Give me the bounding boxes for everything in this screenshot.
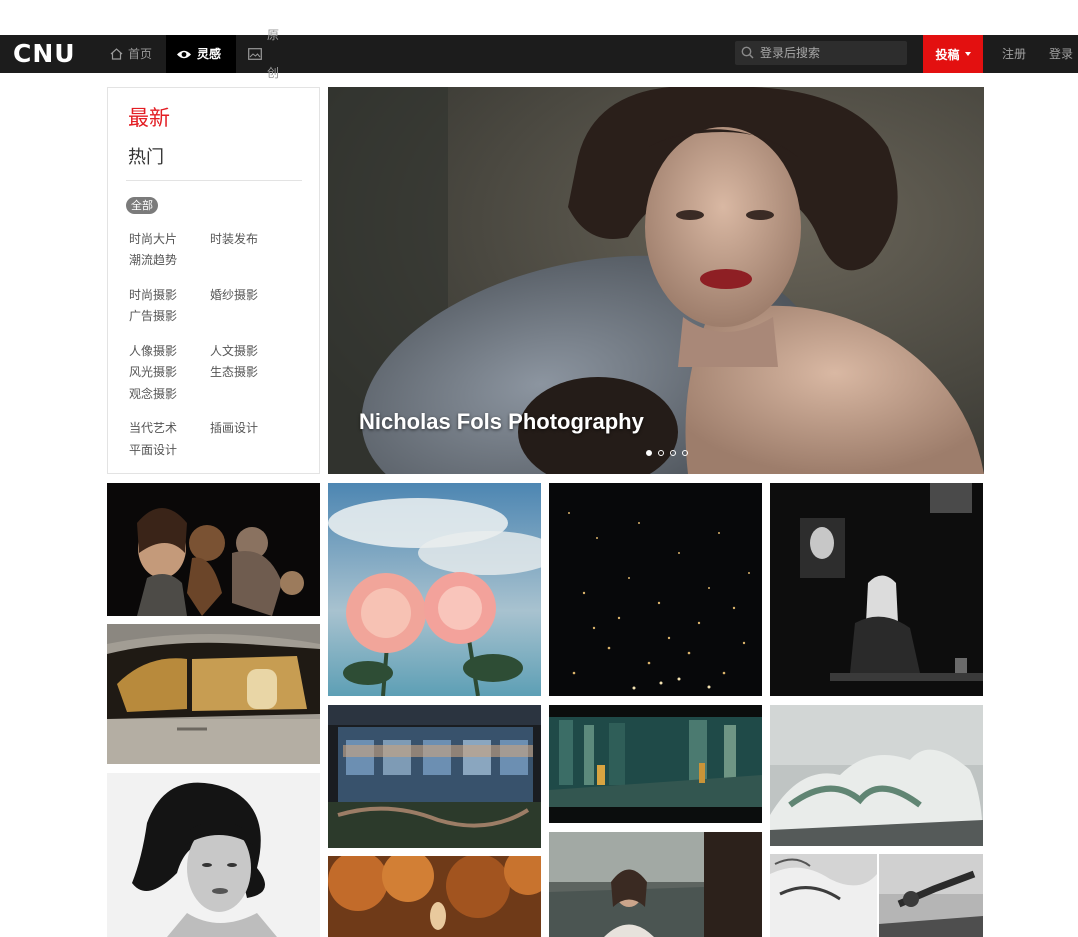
category-item[interactable]: 广告摄影 [129, 307, 177, 324]
photo-thumbnail[interactable] [107, 483, 320, 616]
nav-original-label: 原创 [267, 28, 280, 80]
chevron-down-icon [964, 52, 971, 56]
category-item[interactable]: 风光摄影 [129, 363, 177, 380]
nav-inspiration[interactable]: 灵感 [166, 35, 236, 73]
category-item[interactable]: 插画设计 [210, 419, 258, 436]
login-link[interactable]: 登录 [1049, 35, 1073, 73]
photo-thumbnail[interactable] [107, 624, 320, 764]
sidebar-divider [126, 180, 302, 181]
submit-work-button[interactable]: 投稿 [923, 35, 983, 73]
photo-thumbnail[interactable] [770, 854, 877, 937]
photo-thumbnail[interactable] [328, 856, 541, 937]
category-item[interactable]: 人像摄影 [129, 342, 177, 359]
category-item[interactable]: 婚纱摄影 [210, 286, 258, 303]
nav-home[interactable]: 首页 [100, 35, 162, 73]
submit-label: 投稿 [935, 47, 960, 62]
search-box[interactable] [735, 41, 907, 65]
carousel-dots [646, 450, 688, 456]
category-item[interactable]: 时装发布 [210, 230, 258, 247]
photo-thumbnail[interactable] [328, 483, 541, 696]
category-item[interactable]: 观念摄影 [129, 385, 177, 402]
category-item[interactable]: 时尚大片 [129, 230, 177, 247]
category-item[interactable]: 当代艺术 [129, 419, 177, 436]
category-item[interactable]: 平面设计 [129, 441, 177, 458]
photo-thumbnail[interactable] [549, 705, 762, 823]
nav-home-label: 首页 [128, 47, 153, 61]
category-item[interactable]: 生态摄影 [210, 363, 258, 380]
carousel-dot[interactable] [670, 450, 676, 456]
image-icon [248, 48, 262, 60]
search-input[interactable] [754, 45, 907, 61]
nav-inspiration-label: 灵感 [197, 47, 222, 61]
search-icon [735, 44, 754, 63]
photo-thumbnail[interactable] [770, 483, 983, 696]
carousel-dot[interactable] [682, 450, 688, 456]
sort-hot-tab[interactable]: 热门 [128, 143, 164, 169]
carousel-dot[interactable] [646, 450, 652, 456]
sort-latest-tab[interactable]: 最新 [128, 102, 170, 132]
carousel-dot[interactable] [658, 450, 664, 456]
category-item[interactable]: 时尚摄影 [129, 286, 177, 303]
eye-icon [176, 49, 192, 60]
photo-thumbnail[interactable] [770, 705, 983, 846]
photo-thumbnail[interactable] [549, 483, 762, 696]
category-sidebar: 最新 热门 全部 时尚大片 时装发布 潮流趋势 时尚摄影 婚纱摄影 广告摄影 人… [107, 87, 320, 474]
category-item[interactable]: 潮流趋势 [129, 251, 177, 268]
photo-thumbnail[interactable] [328, 705, 541, 848]
nav-original[interactable]: 原创 [238, 28, 300, 80]
category-item[interactable]: 人文摄影 [210, 342, 258, 359]
featured-banner[interactable]: Nicholas Fols Photography [328, 87, 984, 474]
category-all-badge[interactable]: 全部 [126, 197, 158, 214]
photo-thumbnail[interactable] [107, 773, 320, 937]
home-icon [110, 48, 123, 60]
register-link[interactable]: 注册 [1002, 35, 1026, 73]
photo-thumbnail[interactable] [879, 854, 983, 937]
top-navigation-bar: CNU 首页 灵感 原创 投稿 注册 登录 [0, 28, 1078, 80]
cnu-logo[interactable]: CNU [13, 38, 76, 70]
photo-thumbnail[interactable] [549, 832, 762, 937]
banner-title[interactable]: Nicholas Fols Photography [359, 409, 644, 435]
